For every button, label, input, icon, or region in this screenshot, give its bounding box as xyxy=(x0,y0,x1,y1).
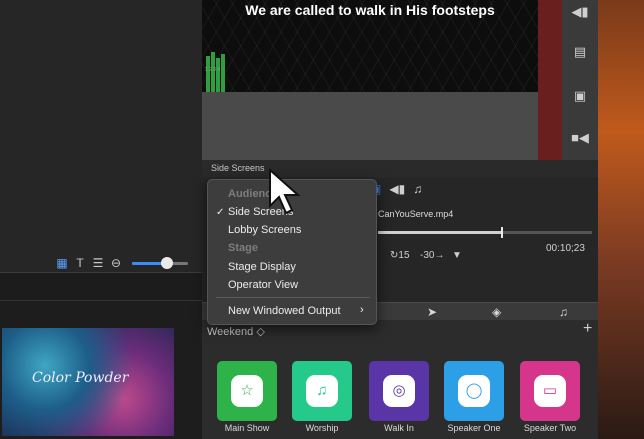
menu-header-stage: Stage xyxy=(228,242,258,254)
zoom-icon[interactable]: ⊖ xyxy=(110,257,122,269)
video-icon[interactable]: ■◀ xyxy=(562,130,598,146)
menu-item-stage-display[interactable]: Stage Display xyxy=(228,261,296,273)
skip-back-button[interactable]: -30→ xyxy=(420,250,444,261)
macro-icon: ◎ xyxy=(383,375,415,407)
mouse-pointer-icon xyxy=(269,168,301,215)
add-macro-button[interactable]: + xyxy=(583,320,592,338)
macro-button[interactable]: ☆ xyxy=(217,361,277,421)
send-icon[interactable]: ➤ xyxy=(427,305,437,319)
output-status-strip xyxy=(538,0,562,160)
macro-label: Speaker Two xyxy=(523,423,577,433)
macro-icon: ☆ xyxy=(231,375,263,407)
screen-selector[interactable]: Side Screens xyxy=(211,163,265,173)
audio-meter xyxy=(206,56,210,92)
menu-separator xyxy=(216,297,370,298)
window-edge-background xyxy=(598,0,644,439)
panel-divider xyxy=(0,272,202,300)
lyric-text: We are called to walk in His footsteps xyxy=(245,2,495,18)
audio-meter xyxy=(221,54,225,92)
macro-icon: ♫ xyxy=(306,375,338,407)
music-icon[interactable]: ♫ xyxy=(559,305,568,319)
audio-layer-icon[interactable]: ♫ xyxy=(413,182,422,196)
announcement-icon[interactable]: ◀▮ xyxy=(562,4,598,20)
macro-label: Walk In xyxy=(384,423,414,433)
macro-button[interactable]: ♫ xyxy=(292,361,352,421)
slide-icon[interactable]: ▤ xyxy=(562,44,598,60)
macro-label: Main Show xyxy=(224,423,270,433)
layer-icon-column: ◀▮ ▤ ▣ ■◀ xyxy=(562,0,598,160)
macro-icon: ▭ xyxy=(534,375,566,407)
screen-selector-bar: Side Screens xyxy=(202,160,598,178)
menu-item-operator-view[interactable]: Operator View xyxy=(228,279,298,291)
media-file-name: CanYouServe.mp4 xyxy=(378,209,454,219)
macro-collection-selector[interactable]: Weekend ◇ xyxy=(207,325,265,338)
skip-forward-button[interactable]: ↻15 xyxy=(390,250,410,261)
announcement-layer-icon[interactable]: ◀▮ xyxy=(389,182,405,196)
macro-label: Worship xyxy=(305,423,339,433)
audio-meter xyxy=(216,58,220,92)
meter-channel-numbers: 1 2 3 4 xyxy=(205,67,221,73)
list-view-icon[interactable]: ☰ xyxy=(92,257,104,269)
progress-fill xyxy=(378,231,503,234)
layers-icon[interactable]: ◈ xyxy=(492,305,501,319)
macro-button[interactable]: ◎ xyxy=(369,361,429,421)
macro-label: Speaker One xyxy=(447,423,501,433)
media-progress-bar[interactable] xyxy=(378,227,592,238)
text-view-icon[interactable]: T xyxy=(74,257,86,269)
marker-icon[interactable]: ▼ xyxy=(452,250,462,261)
image-icon[interactable]: ▣ xyxy=(562,88,598,104)
slider-knob[interactable] xyxy=(160,257,173,269)
preview-lower-area xyxy=(202,92,538,160)
menu-item-new-windowed-output[interactable]: New Windowed Output xyxy=(228,305,341,317)
submenu-chevron-icon: › xyxy=(360,304,364,316)
progress-playhead[interactable] xyxy=(501,227,504,238)
media-timecode: 00:10;23 xyxy=(546,243,585,254)
thumbnail-size-slider[interactable] xyxy=(132,257,188,269)
macro-button[interactable]: ◯ xyxy=(444,361,504,421)
checkmark-icon: ✓ xyxy=(216,207,225,218)
view-toolbar: ▦ T ☰ ⊖ xyxy=(56,255,188,271)
thumbnail-title: Color Powder xyxy=(32,370,129,386)
grid-view-icon[interactable]: ▦ xyxy=(56,257,68,269)
output-preview: We are called to walk in His footsteps 1… xyxy=(202,0,538,160)
layer-tabs: ▣ ◀▮ ♫ xyxy=(370,182,422,196)
macro-button[interactable]: ▭ xyxy=(520,361,580,421)
skip-forward-seconds: 15 xyxy=(398,250,410,261)
skip-back-seconds: -30 xyxy=(420,250,435,261)
library-panel xyxy=(0,0,202,272)
menu-item-lobby-screens[interactable]: Lobby Screens xyxy=(228,224,301,236)
macro-icon: ◯ xyxy=(458,375,490,407)
